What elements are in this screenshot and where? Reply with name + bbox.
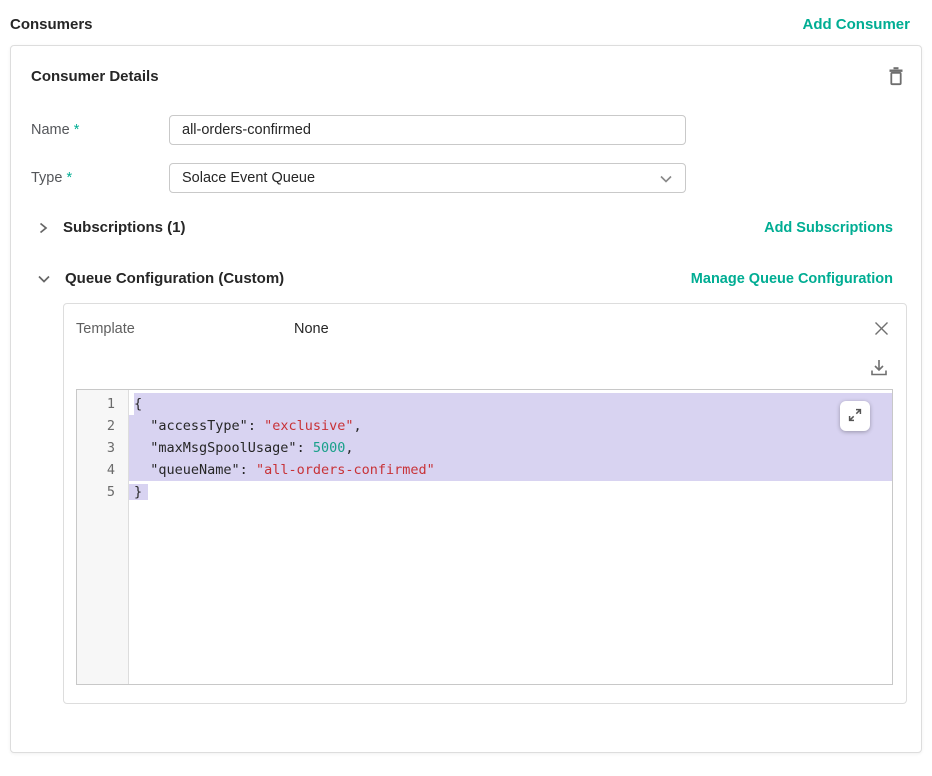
code-token-plain (134, 440, 150, 456)
name-label: Name * (31, 122, 169, 138)
required-marker: * (66, 170, 72, 186)
type-select[interactable]: Solace Event Queue (169, 163, 686, 193)
add-subscriptions-button[interactable]: Add Subscriptions (764, 220, 893, 236)
editor-line-numbers: 12345 (77, 390, 129, 684)
code-line[interactable]: } (129, 481, 892, 503)
queue-configuration-section-title: Queue Configuration (Custom) (65, 270, 284, 287)
expand-icon (847, 407, 863, 426)
download-row (76, 355, 892, 381)
close-icon (873, 325, 890, 340)
template-label: Template (76, 321, 294, 337)
json-code-editor[interactable]: 12345 { "accessType": "exclusive", "maxM… (76, 389, 893, 685)
type-label: Type * (31, 170, 169, 186)
type-label-text: Type (31, 170, 62, 186)
page-title: Consumers (10, 16, 93, 33)
code-token-string: "exclusive" (264, 418, 353, 434)
queue-configuration-section-header[interactable]: Queue Configuration (Custom) Manage Queu… (31, 270, 901, 287)
name-input[interactable] (169, 115, 686, 145)
code-token-punct: : (248, 418, 264, 434)
page-header: Consumers Add Consumer (0, 0, 932, 45)
name-field-row: Name * (31, 115, 901, 145)
expand-editor-button[interactable] (840, 401, 870, 431)
line-number: 3 (77, 437, 128, 459)
chevron-down-icon[interactable] (37, 273, 51, 285)
code-token-number: 5000 (313, 440, 346, 456)
name-label-text: Name (31, 122, 70, 138)
code-token-punct: , (345, 440, 353, 456)
code-token-punct: { (134, 396, 142, 412)
code-token-punct: : (297, 440, 313, 456)
code-token-key: "queueName" (150, 462, 239, 478)
code-token-string: "all-orders-confirmed" (256, 462, 435, 478)
code-line[interactable]: "accessType": "exclusive", (129, 415, 892, 437)
code-token-plain (134, 462, 150, 478)
type-field-row: Type * Solace Event Queue (31, 163, 901, 193)
code-line[interactable]: "maxMsgSpoolUsage": 5000, (129, 437, 892, 459)
code-token-punct: } (129, 484, 148, 500)
trash-icon (887, 75, 905, 90)
template-value: None (294, 321, 329, 337)
chevron-right-icon[interactable] (37, 221, 49, 235)
chevron-down-icon (659, 173, 673, 189)
code-token-plain (134, 418, 150, 434)
template-row: Template None (76, 318, 892, 339)
download-icon (868, 367, 890, 382)
delete-consumer-button[interactable] (885, 64, 907, 89)
required-marker: * (74, 122, 80, 138)
consumer-details-card: Consumer Details Name * Type * Solace Ev… (10, 45, 922, 753)
code-token-key: "maxMsgSpoolUsage" (150, 440, 296, 456)
manage-queue-configuration-button[interactable]: Manage Queue Configuration (691, 271, 893, 287)
line-number: 1 (77, 393, 128, 415)
type-select-value: Solace Event Queue (182, 170, 315, 186)
card-title: Consumer Details (31, 68, 159, 85)
subscriptions-section-header[interactable]: Subscriptions (1) Add Subscriptions (31, 219, 901, 236)
download-config-button[interactable] (866, 355, 892, 381)
code-line[interactable]: "queueName": "all-orders-confirmed" (129, 459, 892, 481)
add-consumer-button[interactable]: Add Consumer (802, 16, 910, 33)
line-number: 5 (77, 481, 128, 503)
queue-configuration-panel: Template None 12345 (63, 303, 907, 704)
line-number: 4 (77, 459, 128, 481)
line-number: 2 (77, 415, 128, 437)
close-panel-button[interactable] (871, 318, 892, 339)
code-line[interactable]: { (134, 393, 892, 415)
code-token-key: "accessType" (150, 418, 248, 434)
subscriptions-section-title: Subscriptions (1) (63, 219, 186, 236)
card-header: Consumer Details (31, 64, 901, 89)
code-token-punct: : (240, 462, 256, 478)
editor-code-area[interactable]: { "accessType": "exclusive", "maxMsgSpoo… (129, 390, 892, 684)
code-token-punct: , (353, 418, 361, 434)
